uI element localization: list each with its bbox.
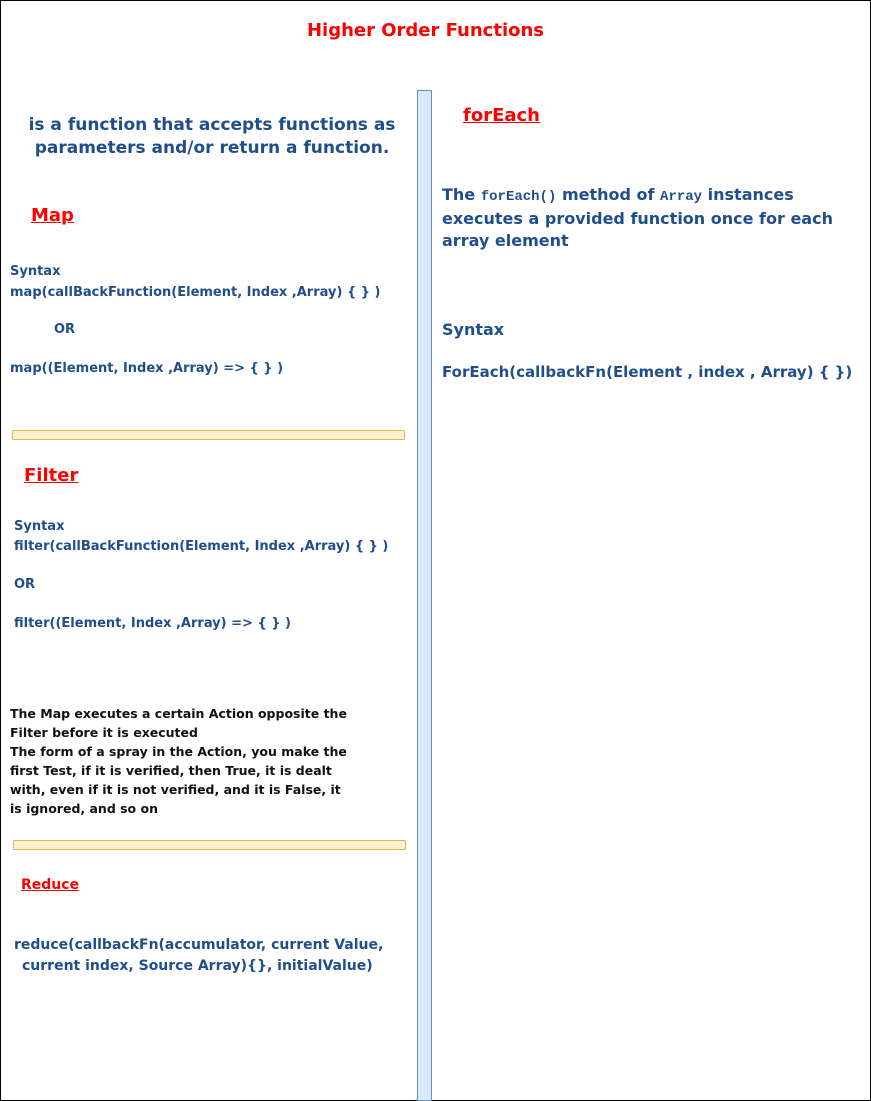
separator-bar: [13, 840, 406, 850]
desc-the: The: [442, 185, 476, 204]
foreach-method-code: forEach(): [480, 189, 557, 205]
note-line: is ignored, and so on: [10, 801, 158, 816]
filter-syntax-label: Syntax: [14, 519, 65, 534]
column-divider: [417, 90, 432, 1101]
reduce-heading: Reduce: [21, 877, 80, 893]
map-or-label: OR: [54, 322, 76, 337]
definition-line: is a function that accepts functions as: [28, 115, 396, 135]
filter-syntax-1: filter(callBackFunction(Element, Index ,…: [14, 539, 389, 554]
filter-syntax-2: filter((Element, Index ,Array) => { } ): [14, 616, 291, 631]
map-heading: Map: [31, 205, 74, 226]
array-code: Array: [660, 189, 703, 205]
foreach-desc-line-1: The forEach() method of Array instances: [442, 184, 833, 208]
note-line: The Map executes a certain Action opposi…: [10, 706, 347, 721]
note-line: Filter before it is executed: [10, 725, 198, 740]
note-line: The form of a spray in the Action, you m…: [10, 744, 347, 759]
map-filter-note: The Map executes a certain Action opposi…: [10, 704, 347, 818]
note-line: with, even if it is not verified, and it…: [10, 782, 341, 797]
desc-instances: instances: [707, 185, 794, 204]
desc-method-text: method of: [561, 185, 655, 204]
map-syntax-2: map((Element, Index ,Array) => { } ): [10, 361, 284, 376]
foreach-desc-line-3: array element: [442, 231, 569, 250]
note-line: first Test, if it is verified, then True…: [10, 763, 332, 778]
reduce-syntax-line-1: reduce(callbackFn(accumulator, current V…: [14, 937, 384, 953]
map-syntax-1: map(callBackFunction(Element, Index ,Arr…: [10, 285, 381, 300]
filter-heading: Filter: [24, 465, 79, 486]
foreach-syntax: ForEach(callbackFn(Element , index , Arr…: [442, 363, 853, 381]
definition-line: parameters and/or return a function.: [34, 138, 390, 158]
foreach-heading: forEach: [463, 105, 541, 126]
page-title: Higher Order Functions: [306, 20, 545, 41]
definition-text: is a function that accepts functions as …: [12, 114, 412, 160]
map-syntax-label: Syntax: [10, 264, 61, 279]
foreach-syntax-label: Syntax: [442, 320, 505, 339]
filter-or-label: OR: [14, 577, 36, 592]
foreach-description: The forEach() method of Array instances …: [442, 184, 833, 252]
reduce-syntax-line-2: current index, Source Array){}, initialV…: [22, 958, 373, 974]
foreach-desc-line-2: executes a provided function once for ea…: [442, 209, 833, 228]
separator-bar: [12, 430, 405, 440]
